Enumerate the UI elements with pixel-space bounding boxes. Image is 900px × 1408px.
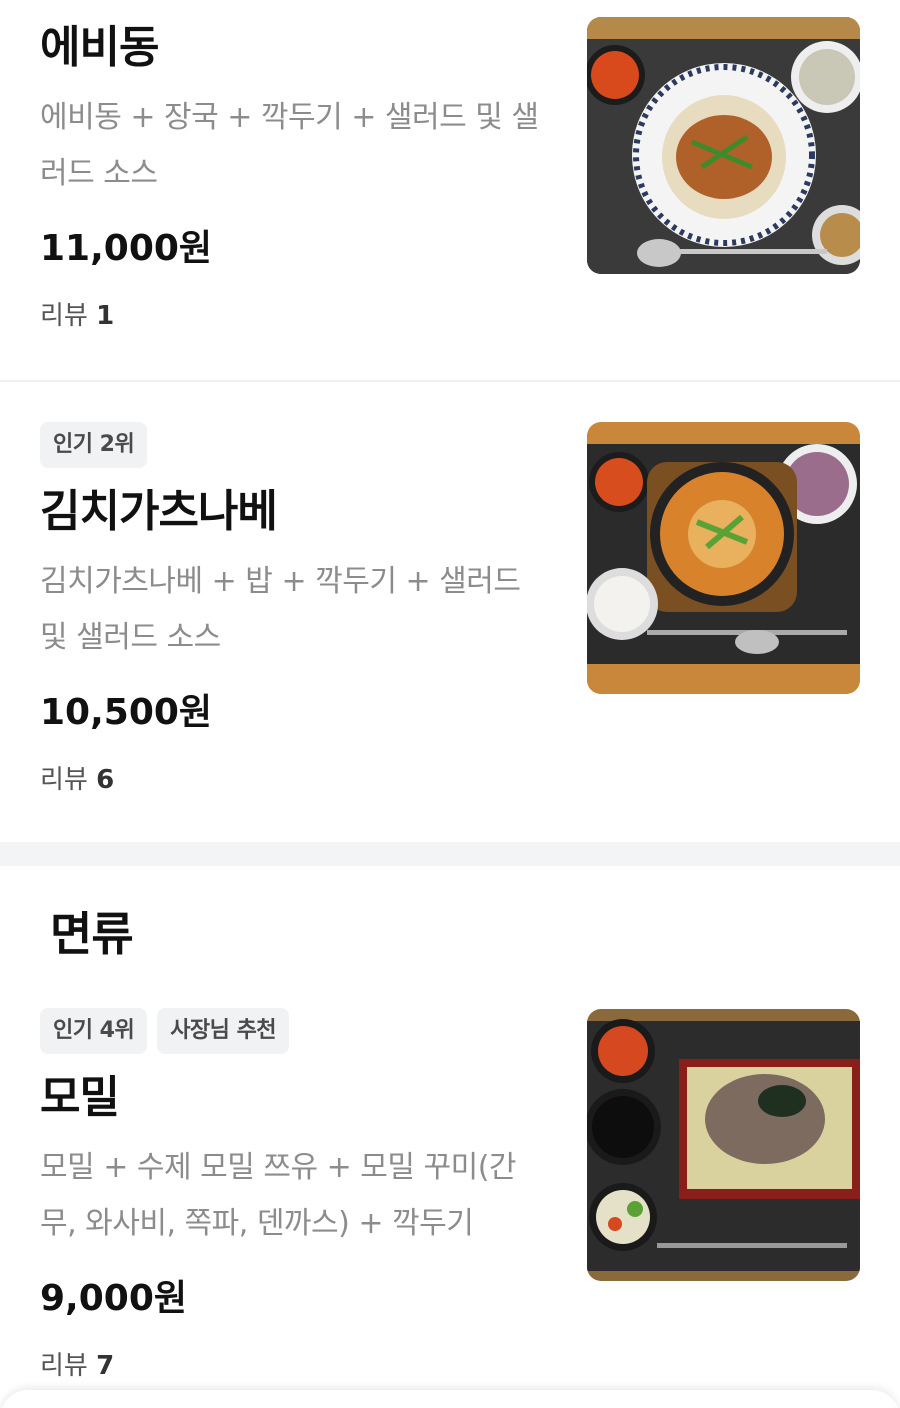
section-title-noodles: 면류 [50, 907, 134, 961]
menu-item-price: 9,000원 [40, 1278, 187, 1319]
menu-item-text: 에비동 에비동 + 장국 + 깍두기 + 샐러드 및 샐러드 소스 11,000… [40, 18, 550, 334]
badge-list: 인기 4위 사장님 추천 [40, 1008, 550, 1054]
review-count: 7 [96, 1351, 115, 1381]
menu-item-momil[interactable]: 인기 4위 사장님 추천 모밀 모밀 + 수제 모밀 쯔유 + 모밀 꾸미(간무… [0, 1008, 900, 1398]
review-label: 리뷰 [40, 765, 88, 795]
menu-item-name: 모밀 [40, 1072, 120, 1123]
menu-item-ebidon[interactable]: 에비동 에비동 + 장국 + 깍두기 + 샐러드 및 샐러드 소스 11,000… [0, 0, 900, 380]
menu-item-description: 모밀 + 수제 모밀 쯔유 + 모밀 꾸미(간무, 와사비, 쪽파, 덴까스) … [40, 1150, 517, 1241]
menu-item-review: 리뷰 7 [40, 1348, 550, 1384]
menu-item-name: 김치가츠나베 [40, 486, 278, 537]
popularity-badge: 인기 2위 [40, 422, 148, 468]
kimchi-katsu-nabe-photo[interactable] [587, 422, 860, 694]
review-label: 리뷰 [40, 301, 88, 331]
menu-item-kimchi-katsu-nabe[interactable]: 인기 2위 김치가츠나베 김치가츠나베 + 밥 + 깍두기 + 샐러드 및 샐러… [0, 382, 900, 842]
menu-item-description: 에비동 + 장국 + 깍두기 + 샐러드 및 샐러드 소스 [40, 100, 539, 191]
review-count: 1 [96, 301, 115, 331]
menu-item-name: 에비동 [40, 22, 159, 73]
ebi-don-bowl-photo[interactable] [587, 17, 860, 274]
menu-item-description: 김치가츠나베 + 밥 + 깍두기 + 샐러드 및 샐러드 소스 [40, 564, 521, 655]
review-label: 리뷰 [40, 1351, 88, 1381]
section-divider [0, 842, 900, 866]
owner-recommend-badge: 사장님 추천 [157, 1008, 290, 1054]
cold-soba-photo[interactable] [587, 1009, 860, 1281]
bottom-sheet[interactable] [0, 1390, 900, 1408]
menu-item-price: 10,500원 [40, 692, 213, 733]
menu-item-text: 인기 2위 김치가츠나베 김치가츠나베 + 밥 + 깍두기 + 샐러드 및 샐러… [40, 422, 550, 798]
menu-item-review: 리뷰 6 [40, 762, 550, 798]
menu-item-price: 11,000원 [40, 228, 213, 269]
badge-list: 인기 2위 [40, 422, 550, 468]
review-count: 6 [96, 765, 115, 795]
menu-item-review: 리뷰 1 [40, 298, 550, 334]
menu-item-text: 인기 4위 사장님 추천 모밀 모밀 + 수제 모밀 쯔유 + 모밀 꾸미(간무… [40, 1008, 550, 1384]
popularity-badge: 인기 4위 [40, 1008, 148, 1054]
